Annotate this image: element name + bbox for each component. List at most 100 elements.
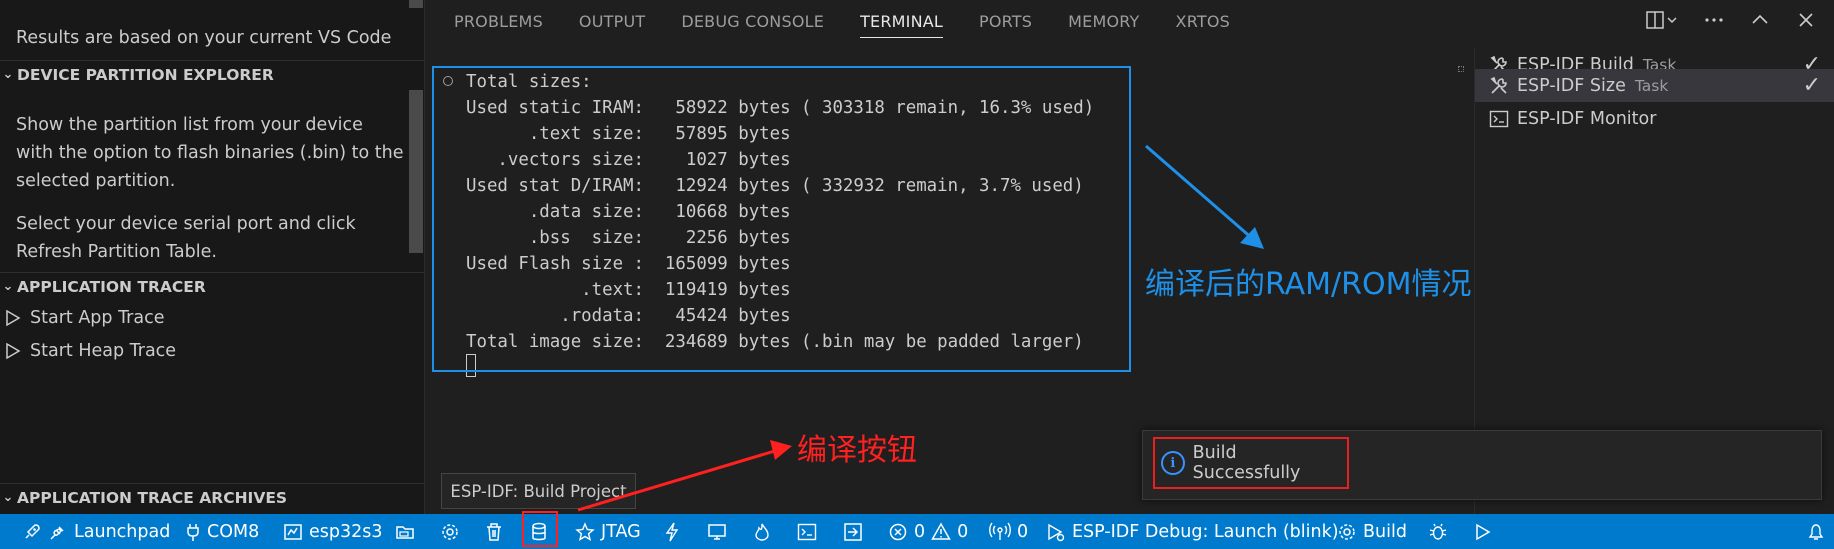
flame-icon — [755, 523, 769, 541]
section-title: APPLICATION TRACER — [17, 277, 206, 296]
tree-item-label: Start App Trace — [30, 308, 165, 328]
task-desc: Task — [1634, 76, 1669, 95]
maximize-panel-icon[interactable] — [1750, 10, 1770, 35]
launchpad-item[interactable]: Launchpad — [22, 514, 170, 549]
tab-output[interactable]: OUTPUT — [579, 12, 645, 38]
jtag-item[interactable]: JTAG — [575, 514, 641, 549]
build-tooltip: ESP-IDF: Build Project — [441, 473, 636, 509]
terminal-icon — [1489, 109, 1517, 129]
error-count: 0 — [914, 521, 926, 542]
gear-icon — [1339, 523, 1355, 540]
arrow-box-icon — [844, 522, 862, 541]
monitor-button[interactable] — [707, 514, 727, 549]
debug-button[interactable] — [1428, 514, 1448, 549]
build-flash-monitor-button[interactable] — [753, 514, 771, 549]
debug-launch-item[interactable]: ESP-IDF Debug: Launch (blink) — [1046, 514, 1339, 549]
monitor-icon — [708, 523, 726, 540]
check-icon: ✓ — [1802, 73, 1821, 98]
run-button[interactable] — [1474, 514, 1492, 549]
settings-button[interactable] — [440, 514, 460, 549]
target-label: esp32s3 — [309, 521, 383, 542]
port-label: COM8 — [207, 521, 260, 542]
section-application-tracer[interactable]: ⌄ APPLICATION TRACER — [0, 272, 424, 300]
build-label: Build — [1363, 521, 1407, 542]
partition-description: Select your device serial port and click — [16, 214, 356, 234]
plug-icon — [187, 523, 199, 541]
target-item[interactable]: esp32s3 — [283, 514, 383, 549]
broadcast-icon — [989, 522, 1011, 540]
chevron-down-icon: ⌄ — [2, 490, 14, 505]
info-icon: i — [1161, 451, 1185, 475]
more-actions-icon[interactable] — [1704, 10, 1724, 35]
tools-icon — [1489, 76, 1517, 96]
chip-icon — [284, 523, 302, 540]
terminal-button[interactable] — [797, 514, 817, 549]
chevron-down-icon: ⌄ — [2, 67, 14, 82]
annotation-size-note: 编译后的RAM/ROM情况 — [1145, 267, 1472, 302]
sidebar: Results are based on your current VS Cod… — [0, 0, 425, 514]
run-task-button[interactable] — [843, 514, 863, 549]
jtag-label: JTAG — [601, 521, 641, 542]
annotation-highlight-box — [432, 66, 1131, 372]
partition-description: Refresh Partition Table. — [16, 242, 217, 262]
gear-icon — [442, 523, 458, 540]
flash-button[interactable] — [664, 514, 680, 549]
bug-icon — [1429, 523, 1447, 540]
partition-description: Show the partition list from your device — [16, 115, 363, 135]
rocket-icon — [25, 523, 40, 539]
start-heap-trace-item[interactable]: Start Heap Trace — [4, 337, 176, 365]
section-device-partition-explorer[interactable]: ⌄ DEVICE PARTITION EXPLORER — [0, 60, 424, 88]
terminal-scroll-marker — [1458, 66, 1464, 72]
close-panel-icon[interactable] — [1796, 10, 1816, 35]
build-item[interactable]: Build — [1337, 514, 1407, 549]
play-icon — [4, 309, 30, 327]
task-label: ESP-IDF Size — [1517, 75, 1626, 96]
problems-item[interactable]: 0 0 — [888, 514, 968, 549]
section-title: DEVICE PARTITION EXPLORER — [17, 65, 274, 84]
terminal-icon — [797, 523, 817, 540]
task-esp-idf-monitor[interactable]: ESP-IDF Monitor — [1475, 102, 1834, 135]
tab-debug-console[interactable]: DEBUG CONSOLE — [681, 12, 824, 38]
tab-memory[interactable]: MEMORY — [1068, 12, 1139, 38]
section-title: APPLICATION TRACE ARCHIVES — [17, 488, 288, 507]
partition-description: with the option to flash binaries (.bin)… — [16, 143, 404, 163]
sidebar-top-text: Results are based on your current VS Cod… — [16, 28, 392, 48]
ports-count: 0 — [1017, 521, 1029, 542]
port-item[interactable]: COM8 — [185, 514, 259, 549]
plug-icon — [50, 525, 64, 540]
task-label: ESP-IDF Monitor — [1517, 108, 1657, 129]
panel-actions — [1646, 10, 1816, 35]
tab-ports[interactable]: PORTS — [979, 12, 1032, 38]
lightning-icon — [665, 522, 679, 541]
annotation-build-button-box — [522, 511, 558, 547]
warning-count: 0 — [957, 521, 969, 542]
split-layout-icon[interactable] — [1646, 10, 1678, 35]
partition-description: selected partition. — [16, 171, 176, 191]
task-esp-idf-size[interactable]: ESP-IDF Size Task ✓ — [1475, 69, 1834, 102]
folder-icon — [396, 525, 414, 539]
launchpad-label: Launchpad — [74, 521, 171, 542]
notification-text: Build Successfully — [1192, 443, 1301, 483]
status-bar: Launchpad COM8 esp32s3 JTAG 0 0 0 ESP-ID… — [0, 514, 1834, 549]
warning-icon — [931, 521, 951, 540]
full-clean-button[interactable] — [485, 514, 503, 549]
ports-forward-item[interactable]: 0 — [989, 514, 1028, 549]
section-application-trace-archives[interactable]: ⌄ APPLICATION TRACE ARCHIVES — [0, 483, 424, 511]
notification-toast[interactable]: i Build Successfully — [1142, 430, 1822, 500]
start-app-trace-item[interactable]: Start App Trace — [4, 304, 165, 332]
tab-terminal[interactable]: TERMINAL — [860, 12, 944, 38]
bell-icon — [1808, 523, 1824, 540]
debug-run-icon — [1048, 523, 1065, 541]
sidebar-scrollbar[interactable] — [409, 90, 423, 253]
debug-launch-label: ESP-IDF Debug: Launch (blink) — [1072, 521, 1339, 542]
play-icon — [1476, 523, 1491, 540]
notification-message: i Build Successfully — [1153, 437, 1349, 489]
tab-problems[interactable]: PROBLEMS — [454, 12, 543, 38]
notifications-button[interactable] — [1806, 514, 1826, 549]
sidebar-scrollbar-top[interactable] — [409, 0, 423, 8]
tab-xrtos[interactable]: XRTOS — [1176, 12, 1230, 38]
open-folder-button[interactable] — [395, 514, 415, 549]
annotation-build-note: 编译按钮 — [797, 433, 917, 468]
play-icon — [4, 342, 30, 360]
trash-icon — [487, 522, 501, 541]
